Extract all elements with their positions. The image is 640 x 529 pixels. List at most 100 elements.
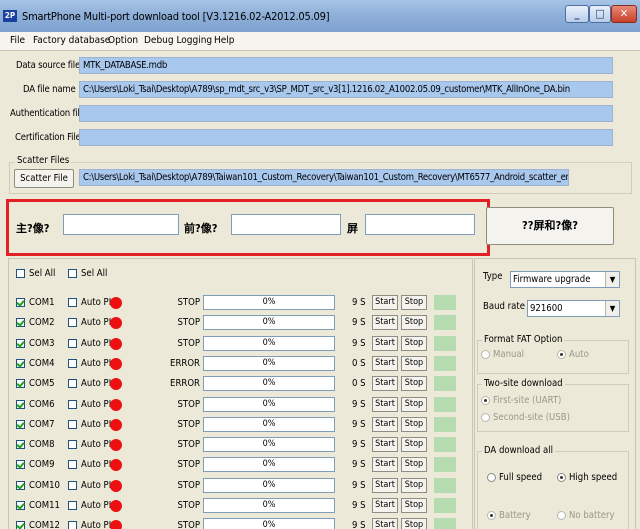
menu-option[interactable]: Option <box>108 35 138 46</box>
stop-button[interactable]: Stop <box>401 315 427 331</box>
full-speed-radio[interactable] <box>487 473 496 482</box>
auto-pl-checkbox[interactable] <box>68 399 77 409</box>
minimize-button[interactable]: _ <box>565 5 589 23</box>
status-led-icon <box>110 479 122 492</box>
port-status: STOP <box>177 459 200 471</box>
progress-bar: 0% <box>203 315 335 331</box>
two-site-legend: Two-site download <box>482 378 565 389</box>
stop-button[interactable]: Stop <box>401 498 427 513</box>
auto-pl-checkbox[interactable] <box>68 358 77 368</box>
first-site-radio[interactable] <box>481 396 490 405</box>
start-button[interactable]: Start <box>372 457 398 473</box>
select-all-auto-checkbox[interactable] <box>68 269 77 278</box>
elapsed-time: 9 S <box>352 418 366 430</box>
start-button[interactable]: Start <box>372 355 398 371</box>
status-led-icon <box>110 357 122 370</box>
auto-pl-checkbox[interactable] <box>68 419 77 429</box>
com-checkbox[interactable] <box>16 379 25 389</box>
com-label: COM1 <box>29 297 55 308</box>
elapsed-time: 9 S <box>352 297 366 308</box>
elapsed-time: 9 S <box>352 337 366 349</box>
auto-pl-label: Auto PL <box>81 418 114 430</box>
stop-button[interactable]: Stop <box>401 295 427 310</box>
elapsed-time: 0 S <box>352 378 366 390</box>
com-checkbox[interactable] <box>16 399 25 409</box>
select-all-checkbox[interactable] <box>16 269 25 278</box>
progress-bar: 0% <box>203 376 335 392</box>
auto-pl-checkbox[interactable] <box>68 298 77 307</box>
stop-button[interactable]: Stop <box>401 477 427 493</box>
stop-button[interactable]: Stop <box>401 518 427 529</box>
type-select[interactable]: Firmware upgrade ▼ <box>510 271 620 288</box>
com-checkbox[interactable] <box>16 358 25 368</box>
start-button[interactable]: Start <box>372 295 398 310</box>
start-button[interactable]: Start <box>372 437 398 453</box>
port-indicator <box>434 355 456 371</box>
auto-pl-checkbox[interactable] <box>68 338 77 348</box>
auto-pl-checkbox[interactable] <box>68 440 77 450</box>
stop-button[interactable]: Stop <box>401 335 427 351</box>
high-speed-label: High speed <box>569 472 618 483</box>
com-checkbox[interactable] <box>16 338 25 348</box>
menu-factory-database[interactable]: Factory database <box>33 35 110 46</box>
start-button[interactable]: Start <box>372 498 398 513</box>
second-site-radio[interactable] <box>481 413 490 422</box>
auto-pl-checkbox[interactable] <box>68 521 77 529</box>
baud-rate-select[interactable]: 921600 ▼ <box>527 300 620 317</box>
start-button[interactable]: Start <box>372 376 398 392</box>
menu-bar: File Factory database Option Debug Loggi… <box>0 32 640 51</box>
start-button[interactable]: Start <box>372 335 398 351</box>
start-button[interactable]: Start <box>372 518 398 529</box>
auto-pl-checkbox[interactable] <box>68 501 77 510</box>
screen-camera-button[interactable]: ??屏和?像? <box>486 207 614 245</box>
auto-pl-checkbox[interactable] <box>68 460 77 470</box>
stop-button[interactable]: Stop <box>401 457 427 473</box>
menu-file[interactable]: File <box>10 35 25 46</box>
menu-debug-logging[interactable]: Debug Logging <box>144 35 212 46</box>
auto-pl-checkbox[interactable] <box>68 480 77 490</box>
start-button[interactable]: Start <box>372 315 398 331</box>
stop-button[interactable]: Stop <box>401 416 427 432</box>
menu-help[interactable]: Help <box>214 35 235 46</box>
start-button[interactable]: Start <box>372 477 398 493</box>
com-checkbox[interactable] <box>16 318 25 328</box>
elapsed-time: 9 S <box>352 500 366 511</box>
start-button[interactable]: Start <box>372 416 398 432</box>
auto-pl-checkbox[interactable] <box>68 318 77 328</box>
high-speed-radio[interactable] <box>557 473 566 482</box>
main-camera-input[interactable] <box>63 214 179 235</box>
stop-button[interactable]: Stop <box>401 355 427 371</box>
manual-radio[interactable] <box>481 350 490 359</box>
start-button[interactable]: Start <box>372 396 398 412</box>
close-button[interactable]: ✕ <box>611 5 637 23</box>
auto-pl-label: Auto PL <box>81 398 114 410</box>
auth-file-field[interactable] <box>79 105 613 122</box>
com-checkbox[interactable] <box>16 440 25 450</box>
stop-button[interactable]: Stop <box>401 437 427 453</box>
screen-input[interactable] <box>365 214 475 235</box>
com-checkbox[interactable] <box>16 460 25 470</box>
com-checkbox[interactable] <box>16 480 25 490</box>
maximize-button[interactable]: □ <box>589 5 611 23</box>
scatter-files-legend: Scatter Files <box>15 155 72 166</box>
battery-radio[interactable] <box>487 511 496 520</box>
com-checkbox[interactable] <box>16 501 25 510</box>
com-checkbox[interactable] <box>16 298 25 307</box>
front-camera-input[interactable] <box>231 214 341 235</box>
title-bar: 2P SmartPhone Multi-port download tool [… <box>0 0 640 32</box>
com-checkbox[interactable] <box>16 419 25 429</box>
scatter-file-field[interactable]: C:\Users\Loki_Tsai\Desktop\A789\Taiwan10… <box>79 169 569 186</box>
auto-radio[interactable] <box>557 350 566 359</box>
auto-pl-label: Auto PL <box>81 500 114 511</box>
no-battery-radio[interactable] <box>557 511 566 520</box>
chevron-down-icon: ▼ <box>605 272 619 287</box>
scatter-file-button[interactable]: Scatter File <box>14 169 74 188</box>
da-file-field[interactable]: C:\Users\Loki_Tsai\Desktop\A789\sp_mdt_s… <box>79 81 613 98</box>
com-checkbox[interactable] <box>16 521 25 529</box>
stop-button[interactable]: Stop <box>401 396 427 412</box>
auto-pl-checkbox[interactable] <box>68 379 77 389</box>
stop-button[interactable]: Stop <box>401 376 427 392</box>
baud-rate-value: 921600 <box>530 303 563 314</box>
data-source-field[interactable]: MTK_DATABASE.mdb <box>79 57 613 74</box>
cert-file-field[interactable] <box>79 129 613 146</box>
